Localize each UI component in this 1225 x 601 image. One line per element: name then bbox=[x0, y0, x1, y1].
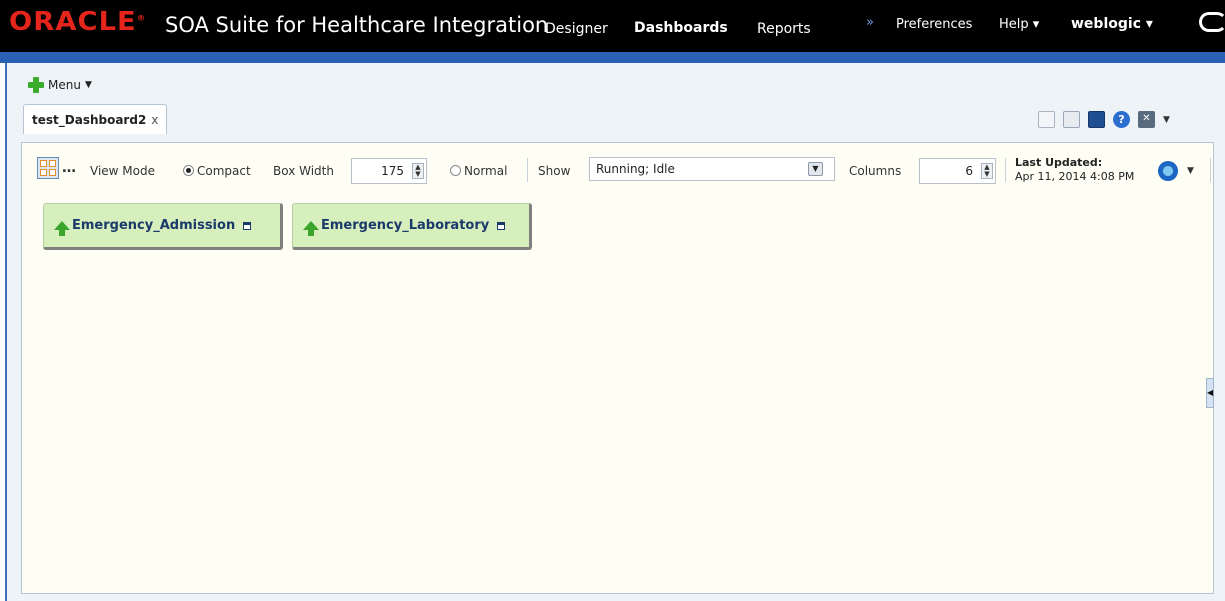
view-mode-more[interactable]: … bbox=[62, 160, 76, 176]
close-dashboard-icon[interactable]: ✕ bbox=[1138, 111, 1155, 128]
component-box[interactable]: Emergency_Admission bbox=[43, 203, 283, 250]
view-mode-icon[interactable] bbox=[37, 157, 59, 179]
nav-dashboards[interactable]: Dashboards bbox=[634, 20, 728, 36]
dropdown-arrow-icon[interactable]: ▼ bbox=[808, 162, 823, 176]
oracle-logo: ORACLE® bbox=[9, 7, 147, 37]
component-name: Emergency_Laboratory bbox=[321, 218, 490, 233]
refresh-icon[interactable] bbox=[1158, 161, 1178, 181]
divider bbox=[1005, 158, 1006, 182]
compact-label: Compact bbox=[197, 164, 251, 178]
chevron-down-icon: ▼ bbox=[84, 80, 92, 90]
maximize-icon[interactable] bbox=[497, 221, 506, 230]
close-tab-icon[interactable]: x bbox=[151, 113, 158, 127]
chevron-down-icon[interactable]: ▼ bbox=[1163, 115, 1170, 125]
collapse-pane-icon[interactable]: ◀ bbox=[1206, 378, 1214, 408]
chevron-down-icon[interactable]: ▼ bbox=[1187, 166, 1194, 176]
status-up-icon bbox=[303, 221, 319, 236]
add-icon bbox=[28, 77, 44, 93]
box-width-input[interactable]: 175 ▲ ▼ bbox=[351, 158, 427, 184]
columns-input[interactable]: 6 ▲ ▼ bbox=[919, 158, 996, 184]
nav-reports[interactable]: Reports bbox=[757, 21, 811, 37]
save-icon[interactable] bbox=[1063, 111, 1080, 128]
app-title: SOA Suite for Healthcare Integration bbox=[165, 13, 549, 37]
last-updated-value: Apr 11, 2014 4:08 PM bbox=[1015, 170, 1135, 183]
show-status-select[interactable]: Running; Idle ▼ bbox=[589, 157, 835, 181]
tab-test-dashboard2[interactable]: test_Dashboard2 x bbox=[23, 104, 168, 134]
user-menu[interactable]: weblogic ▾ bbox=[1071, 16, 1153, 32]
last-updated-label: Last Updated: bbox=[1015, 156, 1103, 169]
menu-button[interactable]: Menu ▼ bbox=[28, 77, 92, 93]
save-as-icon[interactable] bbox=[1088, 111, 1105, 128]
nav-preferences[interactable]: Preferences bbox=[896, 17, 972, 32]
normal-label: Normal bbox=[464, 164, 508, 178]
box-width-label: Box Width bbox=[273, 164, 334, 178]
columns-label: Columns bbox=[849, 164, 902, 178]
nav-help-menu[interactable]: Help ▾ bbox=[999, 17, 1039, 32]
header-accent-bar bbox=[0, 52, 1225, 63]
component-box[interactable]: Emergency_Laboratory bbox=[292, 203, 532, 250]
divider bbox=[1210, 158, 1211, 182]
spinner-icon[interactable]: ▲ ▼ bbox=[981, 163, 993, 179]
radio-unselected-icon bbox=[450, 165, 461, 176]
status-up-icon bbox=[54, 221, 70, 236]
divider bbox=[527, 158, 528, 182]
edit-icon[interactable] bbox=[1038, 111, 1055, 128]
menu-label: Menu bbox=[48, 78, 81, 92]
show-label: Show bbox=[538, 164, 571, 178]
app-header: ORACLE® SOA Suite for Healthcare Integra… bbox=[0, 0, 1225, 52]
oracle-o-icon bbox=[1199, 12, 1225, 32]
normal-radio[interactable]: Normal bbox=[450, 164, 507, 178]
maximize-icon[interactable] bbox=[243, 221, 252, 230]
tab-label: test_Dashboard2 bbox=[32, 112, 147, 127]
nav-more-icon[interactable]: » bbox=[866, 15, 874, 30]
component-name: Emergency_Admission bbox=[72, 218, 236, 233]
help-icon[interactable]: ? bbox=[1113, 111, 1130, 128]
dashboard-toolbar: ? ✕ ▼ bbox=[1038, 111, 1170, 128]
view-mode-label: View Mode bbox=[90, 164, 155, 178]
radio-selected-icon bbox=[183, 165, 194, 176]
nav-designer[interactable]: Designer bbox=[545, 21, 608, 37]
compact-radio[interactable]: Compact bbox=[183, 164, 251, 178]
spinner-icon[interactable]: ▲ ▼ bbox=[412, 163, 424, 179]
